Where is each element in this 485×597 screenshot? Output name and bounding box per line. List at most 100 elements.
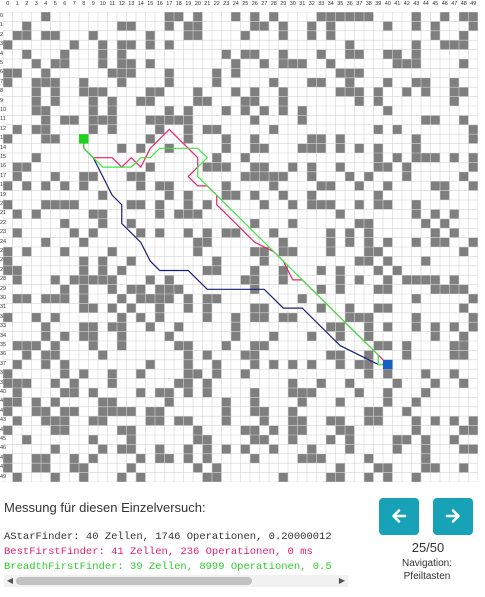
wall-cell[interactable] [307, 359, 317, 370]
wall-cell[interactable] [345, 171, 355, 182]
wall-cell[interactable] [297, 115, 308, 125]
wall-cell[interactable] [41, 294, 51, 304]
wall-cell[interactable] [50, 312, 61, 323]
wall-cell[interactable] [288, 200, 298, 210]
wall-cell[interactable] [326, 21, 336, 31]
wall-cell[interactable] [31, 59, 42, 69]
wall-cell[interactable] [259, 406, 270, 417]
wall-cell[interactable] [22, 435, 32, 445]
wall-cell[interactable] [145, 134, 156, 144]
wall-cell[interactable] [326, 416, 336, 426]
wall-cell[interactable] [31, 96, 42, 106]
wall-cell[interactable] [459, 87, 469, 97]
wall-cell[interactable] [449, 275, 460, 285]
wall-cell[interactable] [468, 124, 479, 135]
wall-cell[interactable] [3, 68, 13, 78]
wall-cell[interactable] [136, 228, 146, 238]
wall-cell[interactable] [50, 30, 61, 41]
wall-cell[interactable] [278, 275, 289, 285]
wall-cell[interactable] [155, 406, 165, 417]
wall-cell[interactable] [326, 228, 336, 238]
wall-cell[interactable] [345, 425, 355, 435]
wall-cell[interactable] [402, 59, 412, 69]
wall-cell[interactable] [288, 425, 298, 435]
wall-cell[interactable] [373, 341, 384, 351]
wall-cell[interactable] [288, 59, 298, 69]
wall-cell[interactable] [155, 181, 165, 191]
wall-cell[interactable] [79, 369, 89, 379]
wall-cell[interactable] [459, 444, 469, 454]
wall-cell[interactable] [278, 190, 289, 200]
wall-cell[interactable] [440, 181, 450, 191]
wall-cell[interactable] [364, 453, 374, 464]
wall-cell[interactable] [250, 388, 260, 398]
wall-cell[interactable] [79, 463, 89, 473]
wall-cell[interactable] [41, 322, 51, 332]
wall-cell[interactable] [383, 303, 393, 313]
wall-cell[interactable] [364, 322, 374, 332]
wall-cell[interactable] [50, 275, 61, 285]
wall-cell[interactable] [392, 444, 403, 454]
wall-cell[interactable] [345, 68, 355, 78]
wall-cell[interactable] [88, 331, 99, 341]
wall-cell[interactable] [383, 397, 393, 407]
wall-cell[interactable] [88, 30, 99, 41]
wall-cell[interactable] [117, 341, 127, 351]
wall-cell[interactable] [307, 190, 317, 200]
wall-cell[interactable] [459, 40, 469, 50]
wall-cell[interactable] [250, 350, 260, 360]
wall-cell[interactable] [41, 12, 51, 22]
wall-cell[interactable] [250, 21, 260, 31]
wall-cell[interactable] [117, 444, 127, 454]
wall-cell[interactable] [354, 143, 365, 153]
wall-cell[interactable] [155, 416, 165, 426]
wall-cell[interactable] [12, 124, 23, 135]
wall-cell[interactable] [3, 134, 13, 144]
wall-cell[interactable] [202, 453, 213, 464]
wall-cell[interactable] [22, 21, 32, 31]
wall-cell[interactable] [383, 21, 393, 31]
wall-cell[interactable] [250, 96, 260, 106]
wall-cell[interactable] [392, 265, 403, 276]
wall-cell[interactable] [50, 87, 61, 97]
wall-cell[interactable] [155, 312, 165, 323]
wall-cell[interactable] [411, 416, 422, 426]
wall-cell[interactable] [41, 181, 51, 191]
wall-cell[interactable] [259, 171, 270, 182]
wall-cell[interactable] [335, 87, 346, 97]
wall-cell[interactable] [50, 472, 61, 482]
wall-cell[interactable] [88, 416, 99, 426]
wall-cell[interactable] [155, 284, 165, 294]
wall-cell[interactable] [136, 96, 146, 106]
wall-cell[interactable] [259, 435, 270, 445]
wall-cell[interactable] [354, 87, 365, 97]
wall-cell[interactable] [155, 87, 165, 97]
wall-cell[interactable] [98, 416, 108, 426]
wall-cell[interactable] [402, 275, 412, 285]
wall-cell[interactable] [69, 388, 80, 398]
wall-cell[interactable] [364, 369, 374, 379]
wall-cell[interactable] [231, 59, 241, 69]
wall-cell[interactable] [164, 106, 175, 116]
wall-cell[interactable] [136, 388, 146, 398]
wall-cell[interactable] [145, 275, 156, 285]
wall-cell[interactable] [193, 435, 203, 445]
wall-cell[interactable] [250, 87, 260, 97]
wall-cell[interactable] [411, 59, 422, 69]
wall-cell[interactable] [202, 228, 213, 238]
wall-cell[interactable] [174, 12, 184, 22]
wall-cell[interactable] [430, 378, 441, 388]
wall-cell[interactable] [3, 453, 13, 464]
wall-cell[interactable] [373, 143, 384, 153]
wall-cell[interactable] [354, 200, 365, 210]
wall-cell[interactable] [41, 237, 51, 247]
wall-cell[interactable] [79, 256, 89, 266]
wall-cell[interactable] [193, 12, 203, 22]
wall-cell[interactable] [335, 275, 346, 285]
wall-cell[interactable] [383, 77, 393, 88]
wall-cell[interactable] [259, 312, 270, 323]
wall-cell[interactable] [297, 294, 308, 304]
wall-cell[interactable] [364, 416, 374, 426]
wall-cell[interactable] [411, 294, 422, 304]
wall-cell[interactable] [354, 256, 365, 266]
